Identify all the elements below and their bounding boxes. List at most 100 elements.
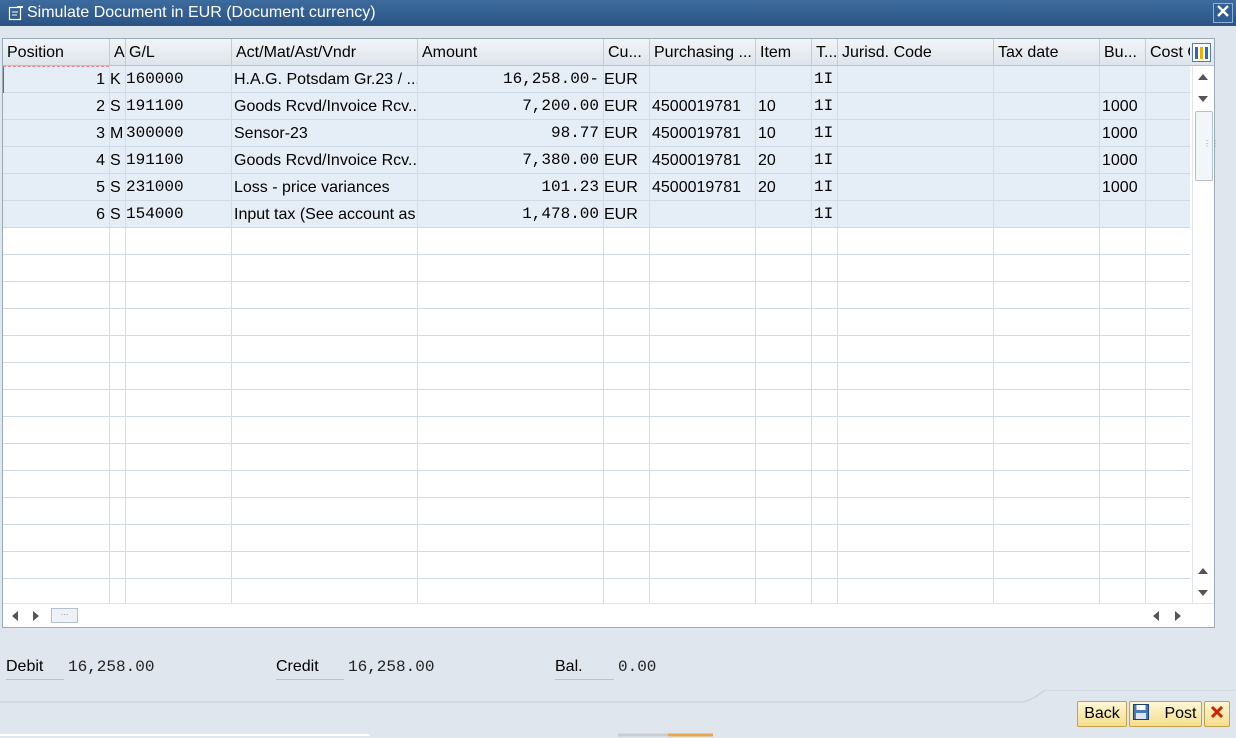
- cell-jurisd[interactable]: [837, 147, 993, 174]
- cell-taxdate[interactable]: [993, 147, 1099, 174]
- cell-item[interactable]: 20: [755, 174, 811, 201]
- cell-account[interactable]: H.A.G. Potsdam Gr.23 / ...: [231, 66, 417, 93]
- cell-a[interactable]: S: [109, 147, 126, 174]
- cell-item[interactable]: [755, 66, 811, 93]
- cell-item[interactable]: 10: [755, 120, 811, 147]
- table-row[interactable]: 3 M 300000 Sensor-23 98.77 EUR 4500019781 10 1I 1…: [3, 120, 1190, 147]
- cell-gl[interactable]: 191100: [125, 147, 231, 174]
- empty-row[interactable]: [3, 363, 1190, 390]
- empty-row[interactable]: [3, 471, 1190, 498]
- scroll-page-down-icon[interactable]: [1198, 590, 1208, 596]
- cell-amount[interactable]: 98.77: [417, 120, 603, 147]
- empty-row[interactable]: [3, 282, 1190, 309]
- table-row[interactable]: 2 S 191100 Goods Rcvd/Invoice Rcv... 7,200.0…: [3, 93, 1190, 120]
- cell-amount[interactable]: 101.23: [417, 174, 603, 201]
- cell-jurisd[interactable]: [837, 120, 993, 147]
- cell-account[interactable]: Sensor-23: [231, 120, 417, 147]
- empty-row[interactable]: [3, 498, 1190, 525]
- cell-bu[interactable]: 1000: [1099, 120, 1145, 147]
- scroll-right-end-icon[interactable]: [1175, 611, 1181, 621]
- scroll-page-up-icon[interactable]: [1198, 568, 1208, 574]
- cell-account[interactable]: Input tax (See account as...: [231, 201, 417, 228]
- scroll-right-icon[interactable]: [33, 611, 39, 621]
- cell-tax[interactable]: 1I: [811, 201, 837, 228]
- table-row[interactable]: 6 S 154000 Input tax (See account as... 1,47…: [3, 201, 1190, 228]
- cell-tax[interactable]: 1I: [811, 174, 837, 201]
- cell-currency[interactable]: EUR: [603, 201, 649, 228]
- cell-cost[interactable]: [1145, 174, 1190, 201]
- cell-cost[interactable]: [1145, 201, 1190, 228]
- cell-a[interactable]: S: [109, 201, 126, 228]
- empty-row[interactable]: [3, 255, 1190, 282]
- cell-currency[interactable]: EUR: [603, 93, 649, 120]
- cell-account[interactable]: Loss - price variances: [231, 174, 417, 201]
- cell-taxdate[interactable]: [993, 66, 1099, 93]
- cell-tax[interactable]: 1I: [811, 93, 837, 120]
- cell-currency[interactable]: EUR: [603, 147, 649, 174]
- cell-purchasing[interactable]: 4500019781: [649, 120, 755, 147]
- cell-position[interactable]: 4: [3, 147, 109, 174]
- cell-amount[interactable]: 7,380.00: [417, 147, 603, 174]
- col-header-gl[interactable]: G/L: [126, 39, 232, 66]
- cell-bu[interactable]: [1099, 201, 1145, 228]
- col-header-a[interactable]: A: [110, 39, 126, 66]
- empty-row[interactable]: [3, 525, 1190, 552]
- hscroll-thumb[interactable]: ⋯: [51, 608, 78, 623]
- post-button[interactable]: Post: [1129, 701, 1202, 727]
- cell-purchasing[interactable]: 4500019781: [649, 174, 755, 201]
- cancel-button[interactable]: [1204, 701, 1230, 727]
- cell-gl[interactable]: 191100: [125, 93, 231, 120]
- cell-position[interactable]: 6: [3, 201, 109, 228]
- cell-a[interactable]: M: [109, 120, 126, 147]
- horizontal-scrollbar[interactable]: ⋯: [3, 603, 1214, 627]
- cell-a[interactable]: K: [109, 66, 126, 93]
- cell-cost[interactable]: [1145, 66, 1190, 93]
- cell-tax[interactable]: 1I: [811, 66, 837, 93]
- cell-currency[interactable]: EUR: [603, 66, 649, 93]
- cell-gl[interactable]: 160000: [125, 66, 231, 93]
- vertical-scrollbar[interactable]: ⋮⋮: [1192, 66, 1219, 603]
- col-header-amount[interactable]: Amount: [418, 39, 604, 66]
- cell-currency[interactable]: EUR: [603, 174, 649, 201]
- cell-purchasing[interactable]: [649, 66, 755, 93]
- col-header-currency[interactable]: Cu...: [604, 39, 650, 66]
- col-header-purchasing[interactable]: Purchasing ...: [650, 39, 756, 66]
- scroll-left-icon[interactable]: [12, 611, 18, 621]
- cell-bu[interactable]: [1099, 66, 1145, 93]
- column-settings-icon[interactable]: [1192, 43, 1211, 62]
- cell-a[interactable]: S: [109, 174, 126, 201]
- cell-gl[interactable]: 154000: [125, 201, 231, 228]
- empty-row[interactable]: [3, 390, 1190, 417]
- cell-item[interactable]: [755, 201, 811, 228]
- cell-purchasing[interactable]: 4500019781: [649, 93, 755, 120]
- cell-gl[interactable]: 300000: [125, 120, 231, 147]
- table-row[interactable]: 4 S 191100 Goods Rcvd/Invoice Rcv... 7,380.0…: [3, 147, 1190, 174]
- cell-purchasing[interactable]: [649, 201, 755, 228]
- cell-position[interactable]: 2: [3, 93, 109, 120]
- cell-account[interactable]: Goods Rcvd/Invoice Rcv...: [231, 147, 417, 174]
- cell-item[interactable]: 10: [755, 93, 811, 120]
- cell-account[interactable]: Goods Rcvd/Invoice Rcv...: [231, 93, 417, 120]
- empty-row[interactable]: [3, 336, 1190, 363]
- cell-jurisd[interactable]: [837, 201, 993, 228]
- scroll-thumb[interactable]: ⋮⋮: [1195, 111, 1219, 181]
- col-header-bu[interactable]: Bu...: [1100, 39, 1146, 66]
- cell-bu[interactable]: 1000: [1099, 93, 1145, 120]
- cell-cost[interactable]: [1145, 120, 1190, 147]
- cell-jurisd[interactable]: [837, 66, 993, 93]
- cell-item[interactable]: 20: [755, 147, 811, 174]
- empty-row[interactable]: [3, 228, 1190, 255]
- table-row[interactable]: 1 K 160000 H.A.G. Potsdam Gr.23 / ... 16,258…: [3, 66, 1190, 93]
- cell-taxdate[interactable]: [993, 120, 1099, 147]
- cell-jurisd[interactable]: [837, 93, 993, 120]
- col-header-jurisd[interactable]: Jurisd. Code: [838, 39, 994, 66]
- col-header-account[interactable]: Act/Mat/Ast/Vndr: [232, 39, 418, 66]
- close-window-button[interactable]: [1213, 3, 1233, 23]
- scroll-left-end-icon[interactable]: [1153, 611, 1159, 621]
- empty-row[interactable]: [3, 552, 1190, 579]
- cell-a[interactable]: S: [109, 93, 126, 120]
- col-header-tax[interactable]: T...: [812, 39, 838, 66]
- cell-tax[interactable]: 1I: [811, 147, 837, 174]
- cell-bu[interactable]: 1000: [1099, 174, 1145, 201]
- empty-row[interactable]: [3, 579, 1190, 603]
